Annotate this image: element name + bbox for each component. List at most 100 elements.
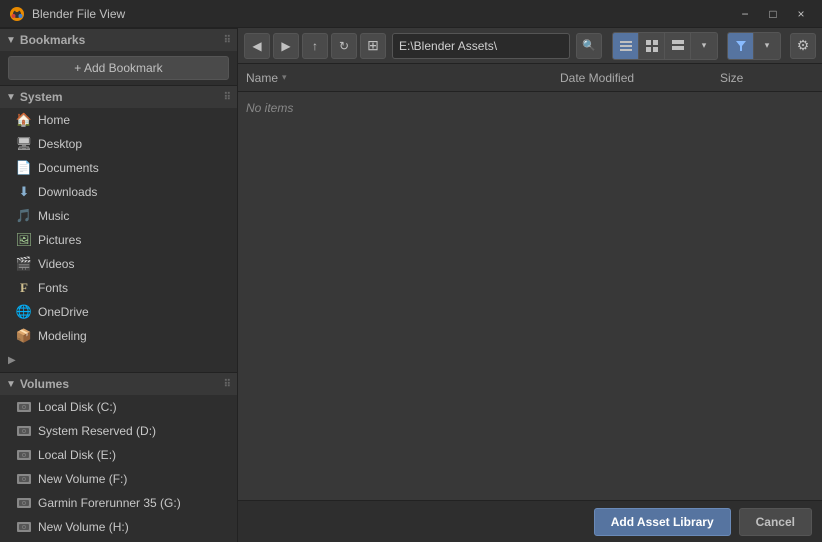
- downloads-label: Downloads: [38, 185, 97, 199]
- col-size-label: Size: [720, 71, 743, 85]
- system-expand-more[interactable]: ▶: [0, 348, 237, 372]
- onedrive-label: OneDrive: [38, 305, 89, 319]
- desktop-label: Desktop: [38, 137, 82, 151]
- sidebar-item-home[interactable]: 🏠 Home: [0, 108, 237, 132]
- volumes-section-label: Volumes: [20, 377, 69, 391]
- videos-label: Videos: [38, 257, 74, 271]
- fonts-label: Fonts: [38, 281, 68, 295]
- sidebar-item-d[interactable]: System Reserved (D:): [0, 419, 237, 443]
- file-list-header: Name ▾ Date Modified Size: [238, 64, 822, 92]
- sidebar-item-pictures[interactable]: 🖼 Pictures: [0, 228, 237, 252]
- column-name-header[interactable]: Name ▾: [246, 71, 560, 85]
- pictures-label: Pictures: [38, 233, 81, 247]
- disk-g-icon: [16, 495, 32, 511]
- pictures-icon: 🖼: [16, 232, 32, 248]
- bookmarks-section-header[interactable]: ▼ Bookmarks ⠿: [0, 28, 237, 51]
- sidebar: ▼ Bookmarks ⠿ + Add Bookmark ▼ System ⠿ …: [0, 28, 238, 542]
- fonts-icon: F: [16, 280, 32, 296]
- sidebar-item-fonts[interactable]: F Fonts: [0, 276, 237, 300]
- sidebar-item-c[interactable]: Local Disk (C:): [0, 395, 237, 419]
- g-label: Garmin Forerunner 35 (G:): [38, 496, 181, 510]
- no-items-text: No items: [246, 101, 293, 115]
- col-name-label: Name: [246, 71, 278, 85]
- home-icon: 🏠: [16, 112, 32, 128]
- volumes-items-list: Local Disk (C:) System Reserved (D:) Loc…: [0, 395, 237, 542]
- toolbar: ◀ ▶ ↑ ↻ ⊞ 🔍: [238, 28, 822, 64]
- new-folder-button[interactable]: ⊞: [360, 33, 386, 59]
- d-label: System Reserved (D:): [38, 424, 156, 438]
- disk-d-icon: [16, 423, 32, 439]
- window-controls: − □ ×: [732, 3, 814, 25]
- content-area: ◀ ▶ ↑ ↻ ⊞ 🔍: [238, 28, 822, 542]
- bottom-bar: Add Asset Library Cancel: [238, 500, 822, 542]
- music-label: Music: [38, 209, 69, 223]
- volumes-chevron: ▼: [6, 379, 16, 390]
- settings-button[interactable]: ⚙: [790, 33, 816, 59]
- disk-f-icon: [16, 471, 32, 487]
- sidebar-item-desktop[interactable]: 🖥 Desktop: [0, 132, 237, 156]
- sidebar-item-g[interactable]: Garmin Forerunner 35 (G:): [0, 491, 237, 515]
- sidebar-item-documents[interactable]: 📄 Documents: [0, 156, 237, 180]
- add-bookmark-button[interactable]: + Add Bookmark: [8, 56, 229, 80]
- e-label: Local Disk (E:): [38, 448, 116, 462]
- view-more-button[interactable]: ▾: [691, 33, 717, 59]
- window-title: Blender File View: [32, 7, 732, 21]
- bookmarks-section-label: Bookmarks: [20, 33, 85, 47]
- documents-label: Documents: [38, 161, 99, 175]
- bookmarks-chevron: ▼: [6, 35, 16, 46]
- view-list-button[interactable]: [613, 33, 639, 59]
- sidebar-item-downloads[interactable]: ⬇ Downloads: [0, 180, 237, 204]
- cancel-button[interactable]: Cancel: [739, 508, 812, 536]
- sidebar-item-modeling[interactable]: 📦 Modeling: [0, 324, 237, 348]
- sidebar-item-music[interactable]: 🎵 Music: [0, 204, 237, 228]
- music-icon: 🎵: [16, 208, 32, 224]
- h-label: New Volume (H:): [38, 520, 129, 534]
- volumes-handle: ⠿: [224, 379, 231, 390]
- search-button[interactable]: 🔍: [576, 33, 602, 59]
- view-grid-button[interactable]: [639, 33, 665, 59]
- disk-c-icon: [16, 399, 32, 415]
- app-icon: [8, 5, 26, 23]
- minimize-button[interactable]: −: [732, 3, 758, 25]
- f-label: New Volume (F:): [38, 472, 127, 486]
- sidebar-item-onedrive[interactable]: 🌐 OneDrive: [0, 300, 237, 324]
- volumes-section-header[interactable]: ▼ Volumes ⠿: [0, 372, 237, 395]
- modeling-icon: 📦: [16, 328, 32, 344]
- onedrive-icon: 🌐: [16, 304, 32, 320]
- titlebar: Blender File View − □ ×: [0, 0, 822, 28]
- c-label: Local Disk (C:): [38, 400, 117, 414]
- system-section-label: System: [20, 90, 63, 104]
- filter-more-button[interactable]: ▾: [754, 33, 780, 59]
- maximize-button[interactable]: □: [760, 3, 786, 25]
- column-modified-header[interactable]: Date Modified: [560, 71, 720, 85]
- column-size-header[interactable]: Size: [720, 71, 800, 85]
- view-tiles-button[interactable]: [665, 33, 691, 59]
- forward-button[interactable]: ▶: [273, 33, 299, 59]
- file-list-body: No items: [238, 92, 822, 500]
- path-input[interactable]: [392, 33, 570, 59]
- documents-icon: 📄: [16, 160, 32, 176]
- filter-button[interactable]: [728, 33, 754, 59]
- back-button[interactable]: ◀: [244, 33, 270, 59]
- bookmarks-handle: ⠿: [224, 35, 231, 46]
- filter-group: ▾: [727, 32, 781, 60]
- parent-dir-button[interactable]: ↑: [302, 33, 328, 59]
- refresh-button[interactable]: ↻: [331, 33, 357, 59]
- system-items-list: 🏠 Home 🖥 Desktop 📄 Documents ⬇ Downloads…: [0, 108, 237, 372]
- expand-icon: ▶: [8, 355, 16, 366]
- videos-icon: 🎬: [16, 256, 32, 272]
- modeling-label: Modeling: [38, 329, 87, 343]
- disk-e-icon: [16, 447, 32, 463]
- add-asset-library-button[interactable]: Add Asset Library: [594, 508, 731, 536]
- sidebar-item-e[interactable]: Local Disk (E:): [0, 443, 237, 467]
- system-chevron: ▼: [6, 92, 16, 103]
- close-button[interactable]: ×: [788, 3, 814, 25]
- disk-h-icon: [16, 519, 32, 535]
- sidebar-item-h[interactable]: New Volume (H:): [0, 515, 237, 539]
- system-section-header[interactable]: ▼ System ⠿: [0, 85, 237, 108]
- sidebar-item-videos[interactable]: 🎬 Videos: [0, 252, 237, 276]
- sidebar-item-f[interactable]: New Volume (F:): [0, 467, 237, 491]
- downloads-icon: ⬇: [16, 184, 32, 200]
- system-handle: ⠿: [224, 92, 231, 103]
- home-label: Home: [38, 113, 70, 127]
